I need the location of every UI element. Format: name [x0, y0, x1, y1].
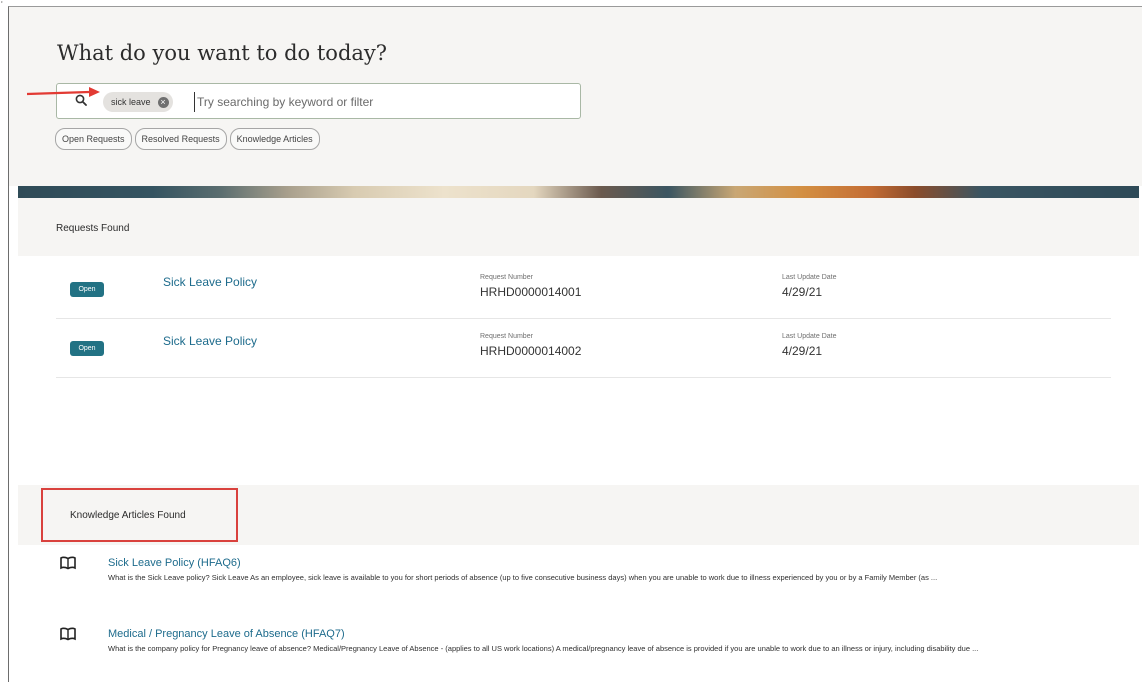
chip-label: sick leave	[111, 97, 151, 107]
status-badge: Open	[70, 341, 104, 356]
requests-header-band	[18, 198, 1139, 256]
article-title-link[interactable]: Sick Leave Policy (HFAQ6)	[108, 557, 241, 569]
search-input[interactable]	[194, 92, 569, 112]
last-update-date: 4/29/21	[782, 344, 823, 358]
last-update-label: Last Update Date	[782, 274, 837, 281]
request-title-link[interactable]: Sick Leave Policy	[163, 275, 257, 289]
requests-heading: Requests Found	[56, 223, 130, 234]
knowledge-article: Sick Leave Policy (HFAQ6) What is the Si…	[60, 556, 1120, 612]
search-filter-chip: sick leave ×	[103, 92, 173, 112]
decorative-banner	[18, 186, 1139, 198]
filter-knowledge-articles[interactable]: Knowledge Articles	[229, 128, 320, 150]
corner-mark: ʾ	[0, 0, 4, 12]
book-icon	[60, 556, 76, 570]
filter-open-requests[interactable]: Open Requests	[55, 128, 132, 150]
article-description: What is the company policy for Pregnancy…	[108, 644, 979, 653]
request-number: HRHD0000014002	[480, 344, 582, 358]
filter-resolved-requests[interactable]: Resolved Requests	[134, 128, 227, 150]
filter-pills: Open Requests Resolved Requests Knowledg…	[55, 128, 320, 150]
request-row[interactable]: Open Sick Leave Policy Request Number HR…	[56, 319, 1111, 378]
last-update-label: Last Update Date	[782, 333, 837, 340]
request-number-label: Request Number	[480, 274, 533, 281]
book-icon	[60, 627, 76, 641]
last-update-date: 4/29/21	[782, 285, 823, 299]
close-circle-icon[interactable]: ×	[157, 96, 169, 108]
article-title-link[interactable]: Medical / Pregnancy Leave of Absence (HF…	[108, 628, 345, 640]
status-badge: Open	[70, 282, 104, 297]
article-description: What is the Sick Leave policy? Sick Leav…	[108, 573, 938, 582]
request-number: HRHD0000014001	[480, 285, 582, 299]
search-bar[interactable]: sick leave ×	[56, 83, 581, 119]
knowledge-article: Medical / Pregnancy Leave of Absence (HF…	[60, 627, 1120, 679]
request-number-label: Request Number	[480, 333, 533, 340]
request-title-link[interactable]: Sick Leave Policy	[163, 334, 257, 348]
annotation-arrow-icon	[27, 87, 100, 97]
page-title: What do you want to do today?	[57, 41, 388, 65]
highlight-box	[41, 488, 238, 542]
request-row[interactable]: Open Sick Leave Policy Request Number HR…	[56, 260, 1111, 319]
hero-panel: What do you want to do today? sick leave…	[9, 7, 1142, 186]
